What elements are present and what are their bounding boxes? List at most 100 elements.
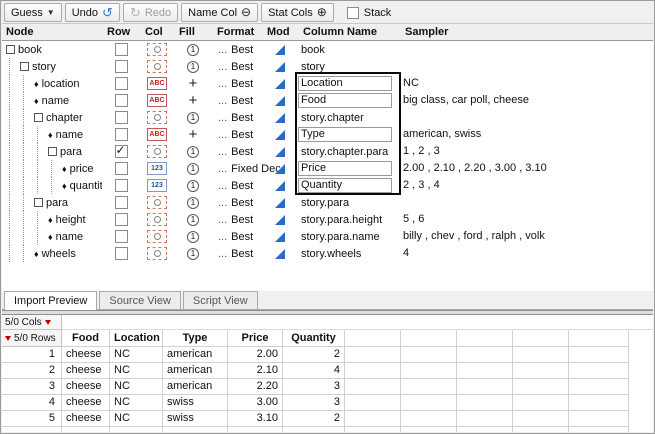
format-cell[interactable]: ...Best (212, 126, 262, 143)
node-label[interactable]: book (18, 44, 42, 56)
format-cell[interactable]: ...Fixed Dec (212, 160, 262, 177)
node-label[interactable]: chapter (46, 112, 83, 124)
column-name-value[interactable]: Type (298, 127, 392, 142)
row-checkbox[interactable] (115, 60, 128, 73)
guess-button[interactable]: Guess ▼ (4, 3, 62, 22)
node-label[interactable]: price (70, 163, 94, 175)
columns-menu-badge[interactable]: 5/0 Cols (2, 315, 62, 330)
format-cell[interactable]: ...Best (212, 177, 262, 194)
format-cell[interactable]: ...Best (212, 58, 262, 75)
fill-once-icon[interactable]: 1 (187, 231, 199, 243)
format-cell[interactable]: ...Best (212, 92, 262, 109)
node-label[interactable]: name (42, 95, 70, 107)
fill-plus-icon[interactable]: + (189, 78, 198, 90)
column-name-value[interactable]: Price (298, 161, 392, 176)
row-checkbox[interactable] (115, 230, 128, 243)
column-name-value[interactable]: story (298, 61, 325, 73)
format-ellipsis-button[interactable]: ... (218, 78, 227, 90)
column-name-value[interactable]: story.para.name (298, 231, 380, 243)
format-ellipsis-button[interactable]: ... (218, 44, 227, 56)
format-ellipsis-button[interactable]: ... (218, 95, 227, 107)
column-box-icon[interactable] (147, 43, 167, 56)
modeling-type-icon[interactable] (275, 198, 285, 208)
stack-checkbox[interactable] (347, 7, 359, 19)
column-box-icon[interactable] (147, 60, 167, 73)
fill-once-icon[interactable]: 1 (187, 112, 199, 124)
column-name-value[interactable]: story.para (298, 197, 349, 209)
node-label[interactable]: name (56, 231, 84, 243)
tab-import-preview[interactable]: Import Preview (4, 291, 97, 310)
numeric-column-icon[interactable]: 123 (147, 179, 167, 192)
format-cell[interactable]: ...Best (212, 211, 262, 228)
rows-menu-badge[interactable]: 5/0 Rows (2, 330, 62, 347)
format-ellipsis-button[interactable]: ... (218, 163, 227, 175)
tab-source-view[interactable]: Source View (99, 291, 181, 309)
modeling-type-icon[interactable] (275, 130, 285, 140)
row-checkbox[interactable] (115, 247, 128, 260)
fill-plus-icon[interactable]: + (189, 129, 198, 141)
node-label[interactable]: name (56, 129, 84, 141)
modeling-type-icon[interactable] (275, 164, 285, 174)
column-name-value[interactable]: story.wheels (298, 248, 361, 260)
node-toggle-icon[interactable] (34, 198, 43, 207)
row-checkbox[interactable] (115, 94, 128, 107)
row-checkbox[interactable] (115, 111, 128, 124)
character-column-icon[interactable]: ABC (147, 128, 167, 141)
node-label[interactable]: wheels (42, 248, 76, 260)
fill-plus-icon[interactable]: + (189, 95, 198, 107)
node-toggle-icon[interactable] (34, 113, 43, 122)
format-cell[interactable]: ...Best (212, 143, 262, 160)
node-label[interactable]: height (56, 214, 86, 226)
row-checkbox[interactable] (115, 43, 128, 56)
column-box-icon[interactable] (147, 213, 167, 226)
modeling-type-icon[interactable] (275, 215, 285, 225)
modeling-type-icon[interactable] (275, 249, 285, 259)
node-label[interactable]: para (60, 146, 82, 158)
format-ellipsis-button[interactable]: ... (218, 129, 227, 141)
character-column-icon[interactable]: ABC (147, 94, 167, 107)
column-name-value[interactable]: Food (298, 93, 392, 108)
column-name-value[interactable]: story.para.height (298, 214, 382, 226)
format-ellipsis-button[interactable]: ... (218, 231, 227, 243)
modeling-type-icon[interactable] (275, 45, 285, 55)
row-checkbox[interactable] (115, 179, 128, 192)
undo-button[interactable]: Undo ↺ (65, 3, 120, 22)
modeling-type-icon[interactable] (275, 147, 285, 157)
modeling-type-icon[interactable] (275, 181, 285, 191)
column-box-icon[interactable] (147, 145, 167, 158)
column-box-icon[interactable] (147, 196, 167, 209)
row-checkbox[interactable] (115, 145, 128, 158)
modeling-type-icon[interactable] (275, 79, 285, 89)
row-checkbox[interactable] (115, 196, 128, 209)
fill-once-icon[interactable]: 1 (187, 163, 199, 175)
tab-script-view[interactable]: Script View (183, 291, 258, 309)
format-ellipsis-button[interactable]: ... (218, 248, 227, 260)
column-name-value[interactable]: book (298, 44, 325, 56)
column-name-value[interactable]: story.chapter (298, 112, 364, 124)
node-label[interactable]: story (32, 61, 56, 73)
modeling-type-icon[interactable] (275, 232, 285, 242)
fill-once-icon[interactable]: 1 (187, 197, 199, 209)
stat-cols-button[interactable]: Stat Cols ⊕ (261, 3, 334, 22)
column-box-icon[interactable] (147, 247, 167, 260)
fill-once-icon[interactable]: 1 (187, 248, 199, 260)
column-name-value[interactable]: Quantity (298, 178, 392, 193)
row-checkbox[interactable] (115, 213, 128, 226)
redo-button[interactable]: ↻ Redo (123, 3, 178, 22)
format-cell[interactable]: ...Best (212, 194, 262, 211)
node-label[interactable]: location (42, 78, 80, 90)
format-ellipsis-button[interactable]: ... (218, 146, 227, 158)
format-ellipsis-button[interactable]: ... (218, 214, 227, 226)
format-ellipsis-button[interactable]: ... (218, 197, 227, 209)
format-cell[interactable]: ...Best (212, 109, 262, 126)
numeric-column-icon[interactable]: 123 (147, 162, 167, 175)
format-cell[interactable]: ...Best (212, 41, 262, 58)
format-ellipsis-button[interactable]: ... (218, 112, 227, 124)
fill-once-icon[interactable]: 1 (187, 214, 199, 226)
format-cell[interactable]: ...Best (212, 245, 262, 262)
fill-once-icon[interactable]: 1 (187, 180, 199, 192)
modeling-type-icon[interactable] (275, 62, 285, 72)
column-name-value[interactable]: story.chapter.para (298, 146, 388, 158)
node-toggle-icon[interactable] (20, 62, 29, 71)
fill-once-icon[interactable]: 1 (187, 61, 199, 73)
